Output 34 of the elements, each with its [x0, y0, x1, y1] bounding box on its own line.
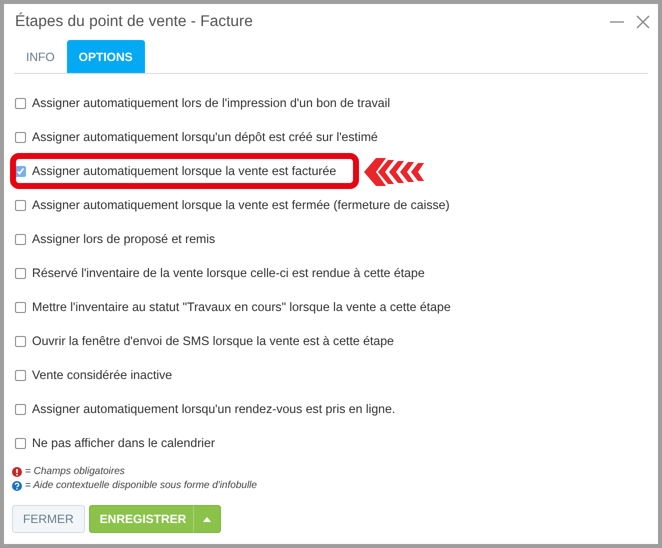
option-label: Assigner lors de proposé et remis — [32, 232, 216, 246]
arrow-icon — [364, 156, 426, 188]
close-icon[interactable] — [636, 15, 650, 29]
dropdown-button[interactable] — [193, 505, 222, 533]
option-label: Vente considérée inactive — [32, 368, 172, 382]
checkbox[interactable] — [15, 200, 26, 210]
tab[interactable]: OPTIONS — [66, 40, 145, 73]
option-label: Assigner automatiquement lorsque la vente est fermée (fermeture de caisse) — [32, 198, 450, 212]
option-label: Assigner automatiquement lorsqu'un dépôt est créé sur l'estimé — [32, 130, 378, 144]
option-label: Assigner automatiquement lors de l'impression d'un bon de travail — [32, 96, 390, 110]
checkbox[interactable] — [15, 268, 26, 278]
checkbox[interactable] — [15, 404, 26, 414]
checkbox[interactable] — [15, 438, 26, 448]
checkbox[interactable] — [15, 132, 26, 142]
legend-text: = Champs obligatoires — [25, 466, 125, 477]
checkbox[interactable] — [15, 166, 26, 176]
legend-text: = Aide contextuelle disponible sous forme d'infobulle — [25, 480, 257, 491]
checkbox[interactable] — [15, 336, 26, 346]
required-icon — [12, 466, 22, 476]
option-label: Assigner automatiquement lorsque la vente est facturée — [32, 164, 336, 178]
option-label: Réservé l'inventaire de la vente lorsque celle-ci est rendue à cette étape — [32, 266, 425, 280]
option-label: Ne pas afficher dans le calendrier — [32, 436, 215, 450]
option-label: Ouvrir la fenêtre d'envoi de SMS lorsque la vente est à cette étape — [32, 334, 394, 348]
option-label: Mettre l'inventaire au statut "Travaux en cours" lorsque la vente a cette étape — [32, 300, 451, 314]
checkbox[interactable] — [15, 370, 26, 380]
help-icon — [12, 480, 22, 490]
checkbox[interactable] — [15, 234, 26, 244]
tab[interactable]: INFO — [14, 40, 67, 73]
caret-icon — [203, 516, 212, 522]
option-label: Assigner automatiquement lorsqu'un rendez-vous est pris en ligne. — [32, 402, 396, 416]
window-title: Étapes du point de vente - Facture — [15, 13, 254, 31]
checkbox[interactable] — [15, 302, 26, 312]
close-button[interactable]: FERMER — [12, 505, 85, 533]
checkbox[interactable] — [15, 98, 26, 108]
